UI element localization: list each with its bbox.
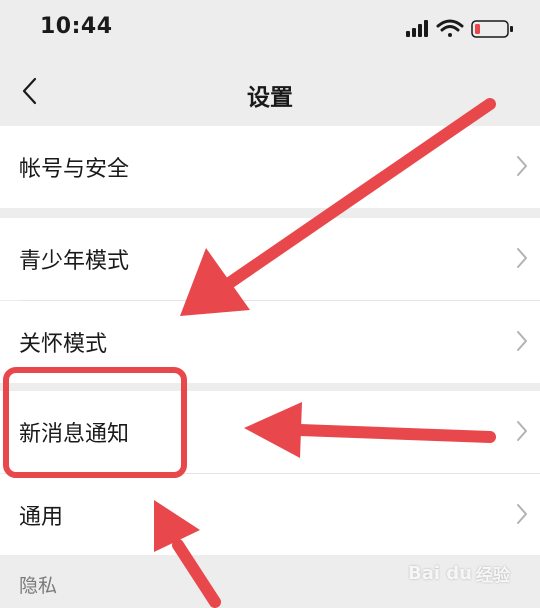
wifi-icon [436,19,464,37]
chevron-right-icon [517,504,527,524]
nav-bar: 设置 [0,60,540,126]
chevron-right-icon [517,248,527,268]
settings-item-label: 青少年模式 [19,249,130,274]
cellular-signal-icon [406,20,428,37]
page-title: 设置 [247,85,293,111]
settings-item-teen-mode[interactable]: 青少年模式 [0,218,540,300]
settings-item-care-mode[interactable]: 关怀模式 [0,301,540,383]
watermark-logo: Bai du [407,563,472,584]
status-bar: 10:44 [0,0,540,60]
chevron-right-icon [517,156,527,176]
watermark-sub: 经验 [476,566,510,586]
settings-item-label: 关怀模式 [19,332,108,357]
settings-item-account-security[interactable]: 帐号与安全 [0,126,540,208]
status-time: 10:44 [40,14,113,39]
chevron-right-icon [517,331,527,351]
settings-item-label: 新消息通知 [19,422,130,447]
battery-low-icon [471,20,513,38]
settings-item-new-message-notification[interactable]: 新消息通知 [0,391,540,473]
settings-item-general[interactable]: 通用 [0,474,540,556]
settings-item-label: 帐号与安全 [19,157,130,182]
status-icons [406,18,526,38]
settings-item-label: 通用 [19,505,64,530]
section-header-label: 隐私 [19,575,58,597]
chevron-right-icon [517,421,527,441]
watermark: Bai du 经验 [408,561,510,586]
